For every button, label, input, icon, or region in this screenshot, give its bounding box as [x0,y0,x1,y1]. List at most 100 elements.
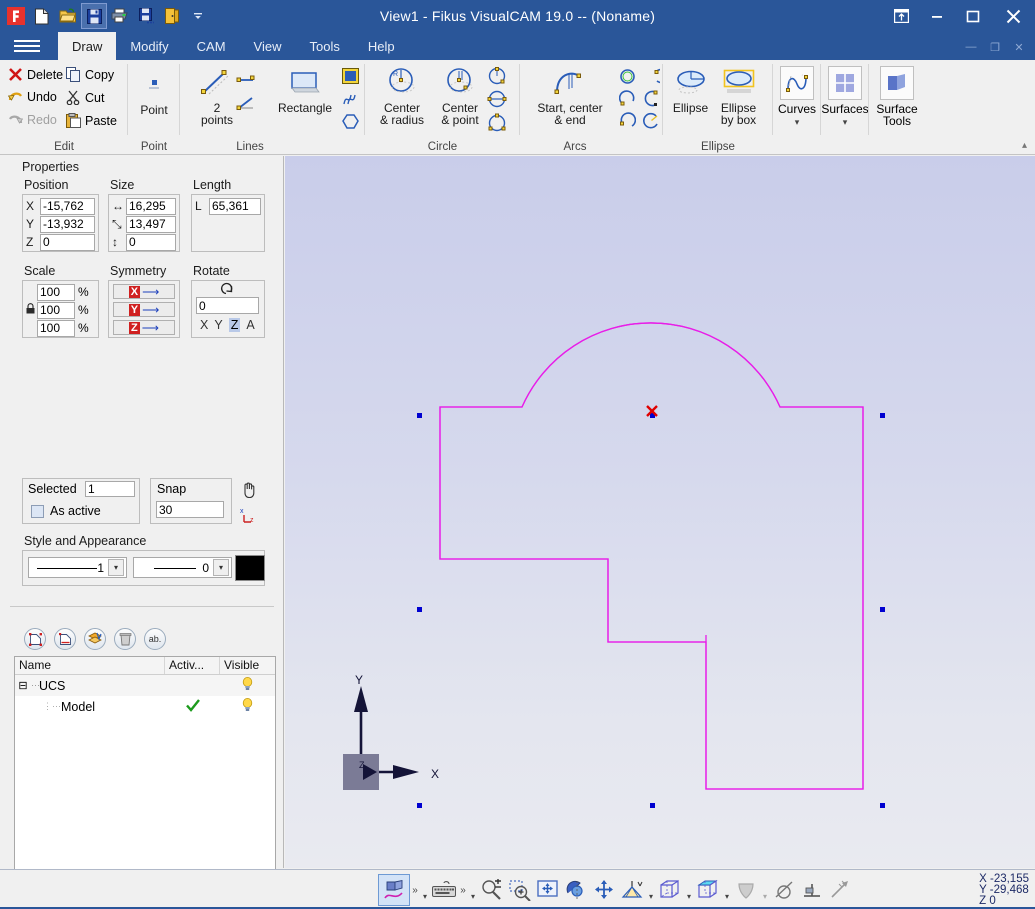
as-active-checkbox-row[interactable]: As active [31,504,101,518]
tab-help[interactable]: Help [354,32,409,60]
table-row[interactable]: ⋮⋯ Model [15,696,275,717]
wireframe-icon[interactable] [656,874,684,906]
document-restore-button[interactable]: ❐ [983,36,1007,58]
document-minimize-button[interactable]: — [959,36,983,58]
menu-hamburger-icon[interactable] [14,36,46,56]
symmetry-x-button[interactable]: X ⟶ [113,284,175,299]
size-diagonal-input[interactable] [126,216,176,233]
polyline-icon[interactable] [340,66,360,86]
paste-button[interactable]: Paste [66,113,117,128]
color-swatch-button[interactable] [235,555,265,581]
app-logo-icon[interactable] [4,4,28,28]
ellipse-by-box-button[interactable]: Ellipse by box [711,66,766,126]
view-projection-icon[interactable] [618,874,646,906]
close-button[interactable] [991,0,1035,32]
polygon-icon[interactable] [340,112,360,132]
line-style-combo[interactable]: 1 ▾ [28,557,127,578]
line-style-chevron-down-icon[interactable]: ▾ [108,559,124,576]
save-as-icon[interactable] [134,4,158,28]
arc-3-icon[interactable] [640,88,662,108]
rectangle-button[interactable]: Rectangle [265,66,345,115]
arc-4-icon[interactable] [616,110,638,130]
curves-dropdown-arrow-icon[interactable]: ▾ [795,116,800,129]
rotate-axis-y[interactable]: Y [214,318,222,332]
rotate-axis-z[interactable]: Z [229,318,241,332]
exit-icon[interactable] [160,4,184,28]
print-icon[interactable] [108,4,132,28]
mouse-snap-icon[interactable] [242,482,256,501]
save-icon[interactable] [82,4,106,28]
visible-bulb-icon[interactable] [220,677,275,694]
size-width-input[interactable] [126,198,176,215]
open-file-icon[interactable] [56,4,80,28]
expand-snap-icon[interactable]: » [410,885,420,896]
zoom-in-out-icon[interactable] [478,874,506,906]
render-icon[interactable] [732,874,760,906]
shaded-icon[interactable] [694,874,722,906]
as-active-checkbox[interactable] [31,505,44,518]
pan-icon[interactable] [590,874,618,906]
spline-icon[interactable] [340,89,360,109]
arc-1-icon[interactable] [640,66,662,86]
active-check-icon[interactable] [165,699,220,715]
undo-button[interactable]: Undo [8,90,57,104]
tab-modify[interactable]: Modify [116,32,182,60]
restore-panel-icon[interactable] [883,0,919,32]
keyboard-dropdown-icon[interactable]: ▾ [468,892,478,901]
tab-view[interactable]: View [240,32,296,60]
shaded-dropdown-icon[interactable]: ▾ [722,892,732,901]
rotate-axis-x[interactable]: X [200,318,208,332]
zoom-window-icon[interactable] [506,874,534,906]
view-projection-dropdown-icon[interactable]: ▾ [646,892,656,901]
position-y-input[interactable] [40,216,95,233]
tab-tools[interactable]: Tools [295,32,353,60]
scale-z-input[interactable] [37,320,75,337]
surface-tools-button[interactable]: Surface Tools [866,66,928,127]
length-input[interactable] [209,198,261,215]
symmetry-z-button[interactable]: Z ⟶ [113,320,175,335]
tab-cam[interactable]: CAM [183,32,240,60]
wireframe-dropdown-icon[interactable]: ▾ [684,892,694,901]
arc-2-icon[interactable] [616,88,638,108]
line-width-combo[interactable]: 0 ▾ [133,557,232,578]
arc-full-icon[interactable] [616,66,638,86]
arc-start-center-end-button[interactable]: Start, center & end [526,66,614,126]
symmetry-y-button[interactable]: Y ⟶ [113,302,175,317]
lock-icon[interactable] [23,303,37,317]
circle-three-points-icon[interactable] [487,112,507,132]
axis-xz-icon[interactable]: x z [240,506,258,527]
circle-two-points-icon[interactable] [487,89,507,109]
point-button[interactable]: Point [121,68,187,117]
delete-button[interactable]: Delete [8,67,63,82]
tree-expander-icon[interactable]: ⊟ [15,679,31,692]
size-height-input[interactable] [126,234,176,251]
scale-y-input[interactable] [37,302,75,319]
zoom-fit-icon[interactable] [534,874,562,906]
scale-x-input[interactable] [37,284,75,301]
ucs-icon[interactable] [798,874,826,906]
drawing-canvas[interactable]: Y X Z [285,156,1035,868]
document-close-button[interactable]: ✕ [1007,36,1031,58]
keyboard-icon[interactable] [430,874,458,906]
delete-level-icon[interactable] [114,628,136,650]
maximize-button[interactable] [955,0,991,32]
ribbon-collapse-icon[interactable]: ▴ [1022,140,1027,151]
rename-level-icon[interactable]: ab. [144,628,166,650]
circle-tangent-icon[interactable] [487,66,507,86]
edit-level-icon[interactable] [54,628,76,650]
snap-curve-icon[interactable] [378,874,410,906]
circle-center-point-button[interactable]: Center & point [425,66,495,126]
minimize-button[interactable] [919,0,955,32]
selected-count-input[interactable] [85,481,135,497]
line-width-chevron-down-icon[interactable]: ▾ [213,559,229,576]
line-horizontal-icon[interactable] [236,70,256,90]
new-file-icon[interactable] [30,4,54,28]
position-x-input[interactable] [40,198,95,215]
rotate-angle-input[interactable] [196,297,259,314]
position-z-input[interactable] [40,234,95,251]
surfaces-dropdown-arrow-icon[interactable]: ▾ [843,116,848,129]
line-angle-icon[interactable] [236,93,256,113]
tab-draw[interactable]: Draw [58,32,116,60]
table-row[interactable]: ⊟ ⋯ UCS [15,675,275,696]
axis-icon[interactable] [826,874,854,906]
